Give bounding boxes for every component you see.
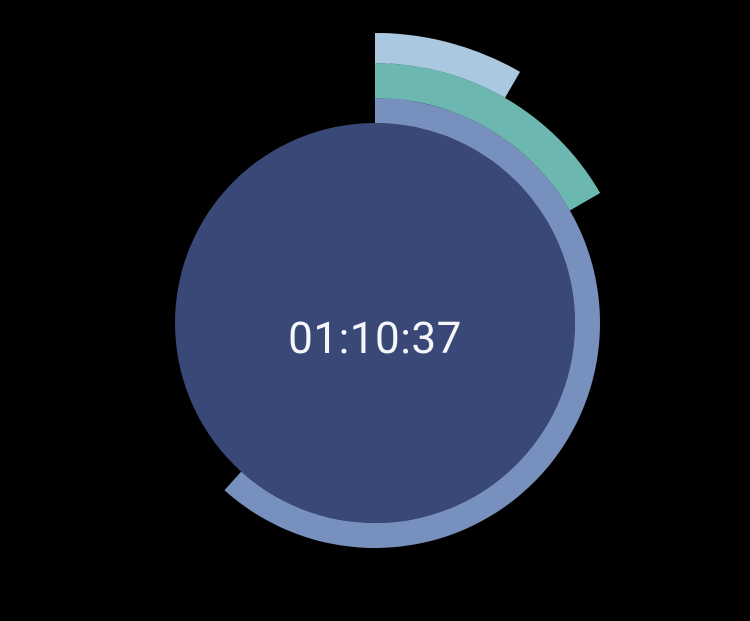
timer-radial-widget: 01:10:37 [0, 0, 750, 621]
elapsed-time-label: 01:10:37 [0, 312, 750, 364]
radial-rings [0, 0, 750, 621]
